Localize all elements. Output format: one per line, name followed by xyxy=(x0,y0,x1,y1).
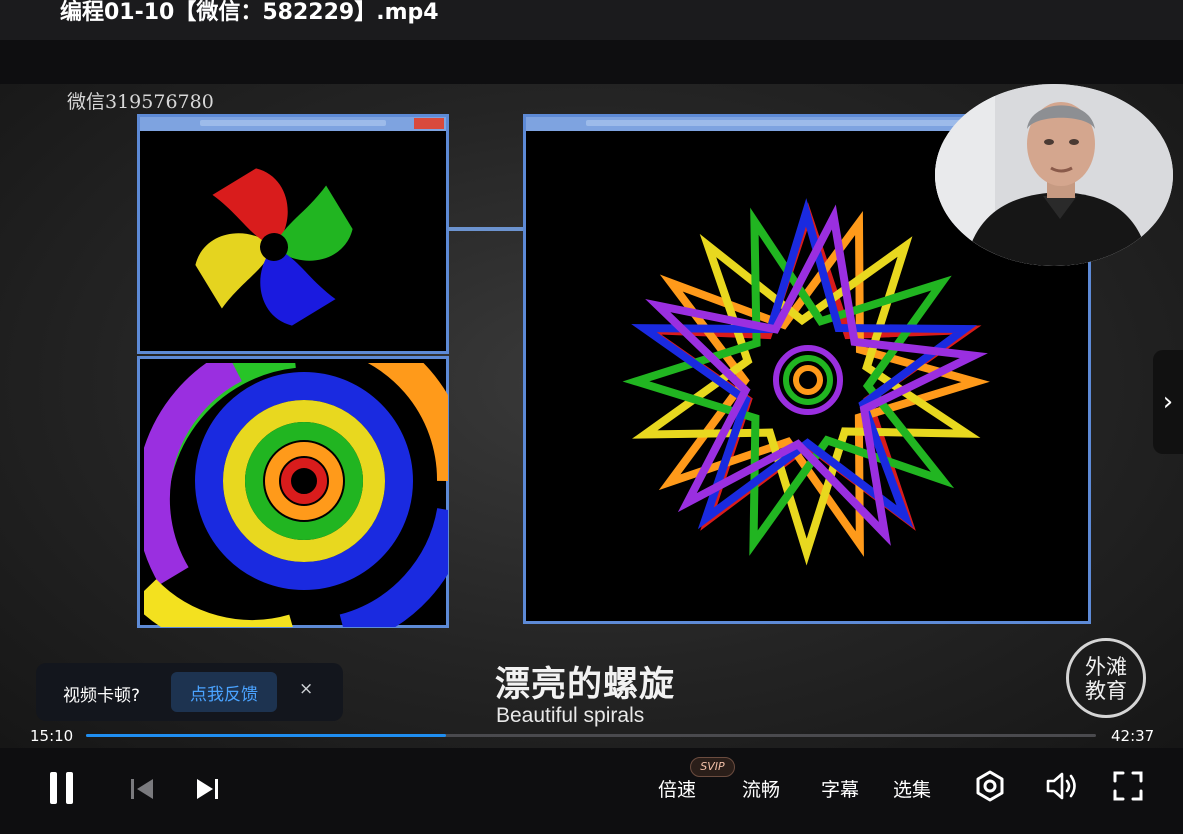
previous-icon xyxy=(131,779,153,799)
total-time: 42:37 xyxy=(1111,727,1155,745)
feedback-button[interactable]: 点我反馈 xyxy=(171,672,277,712)
svip-badge: SVIP xyxy=(690,757,735,777)
logo-line-1: 外滩 xyxy=(1085,655,1127,679)
progress-bar[interactable] xyxy=(86,734,1096,737)
pause-icon xyxy=(50,772,73,804)
video-watermark: 微信319576780 xyxy=(67,91,214,113)
quality-button[interactable]: 流畅 xyxy=(742,775,780,802)
subtitle-english: Beautiful spirals xyxy=(496,704,645,727)
volume-icon xyxy=(1046,772,1076,800)
demo-window-small xyxy=(137,114,449,354)
logo-line-2: 教育 xyxy=(1085,679,1127,703)
current-time: 15:10 xyxy=(30,727,74,745)
side-panel-toggle[interactable]: › xyxy=(1153,350,1183,454)
toast-label: 视频卡顿? xyxy=(63,686,141,706)
pause-button[interactable] xyxy=(48,771,76,805)
spiral-canvas-medium xyxy=(131,314,472,654)
spiral-canvas-small xyxy=(144,137,442,347)
next-button[interactable] xyxy=(195,776,221,802)
presenter-portrait xyxy=(935,84,1173,266)
settings-icon xyxy=(976,770,1004,802)
subtitles-button[interactable]: 字幕 xyxy=(821,775,859,802)
video-frame[interactable]: 微信319576780 漂亮的螺旋 Beautiful spirals 外滩 教… xyxy=(0,84,1183,748)
volume-button[interactable] xyxy=(1045,771,1079,801)
settings-button[interactable] xyxy=(974,770,1006,802)
spiral-square-graphic xyxy=(195,168,353,326)
next-icon xyxy=(197,779,218,799)
episodes-button[interactable]: 选集 xyxy=(893,775,931,802)
window-caption xyxy=(140,117,446,131)
close-icon[interactable]: × xyxy=(299,679,313,699)
speed-button[interactable]: 倍速 xyxy=(658,775,696,802)
fullscreen-icon xyxy=(1113,771,1143,801)
lag-feedback-toast: 视频卡顿? 点我反馈 × xyxy=(36,663,343,721)
video-title: 编程01-10【微信：582229】.mp4 xyxy=(60,0,439,25)
title-bar: 编程01-10【微信：582229】.mp4 xyxy=(0,0,1183,40)
subtitle-chinese: 漂亮的螺旋 xyxy=(495,665,676,705)
spiral-rainbow-graphic xyxy=(131,314,472,654)
presenter-camera xyxy=(935,84,1173,266)
window-connector xyxy=(448,227,524,231)
channel-logo: 外滩 教育 xyxy=(1066,638,1146,718)
demo-window-medium xyxy=(131,314,472,654)
progress-fill xyxy=(86,734,446,737)
previous-button[interactable] xyxy=(129,776,155,802)
chevron-right-icon: › xyxy=(1162,387,1174,417)
fullscreen-button[interactable] xyxy=(1113,771,1143,801)
